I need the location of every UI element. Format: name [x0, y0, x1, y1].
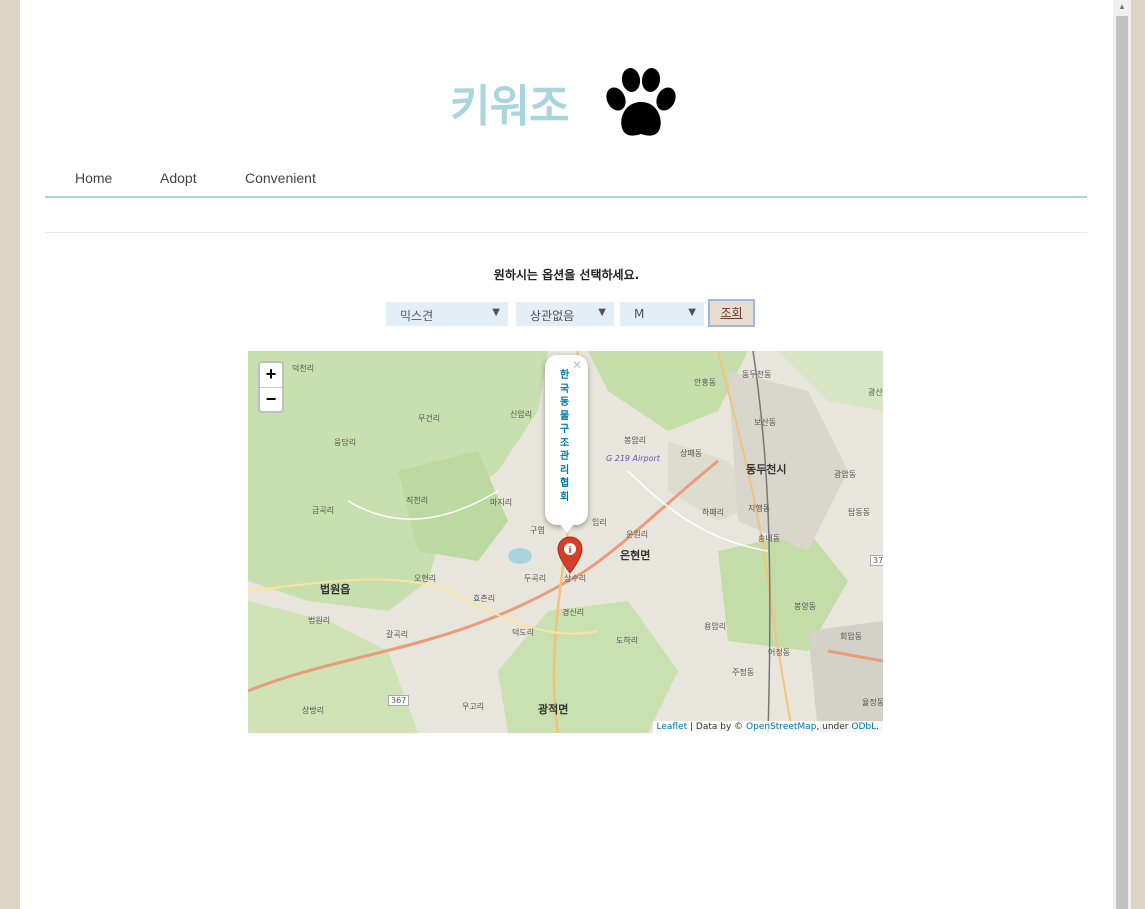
logo-text: 키워조 — [450, 81, 569, 132]
map-label: 법원리 — [308, 616, 331, 625]
leaflet-link[interactable]: Leaflet — [657, 722, 688, 732]
map-label: 법원읍 — [320, 583, 351, 596]
chevron-down-icon: ▼ — [492, 307, 500, 318]
vertical-scrollbar[interactable]: ▲ — [1113, 0, 1131, 909]
map-label: 율정동 — [862, 698, 883, 707]
map-label: 무건리 — [418, 414, 441, 423]
map-label: 탑동동 — [848, 508, 871, 517]
map-label: 광산 — [868, 388, 883, 397]
map-label: 동두천시 — [746, 463, 787, 476]
chevron-down-icon: ▼ — [688, 307, 696, 318]
map-label: 신암리 — [510, 410, 533, 419]
map-label: 지행동 — [748, 504, 771, 513]
map-label: 우고리 — [462, 702, 485, 711]
svg-text:i: i — [568, 546, 571, 556]
map-label: 구엽 — [530, 526, 545, 535]
map-label: 하패리 — [702, 508, 725, 517]
map-label: 직천리 — [406, 496, 429, 505]
map-label: 보산동 — [754, 418, 777, 427]
site-logo[interactable]: 키워조 — [20, 62, 1113, 142]
attribution-text: . — [876, 722, 879, 732]
nav-adopt[interactable]: Adopt — [160, 170, 197, 186]
size-select-value: M — [634, 307, 645, 321]
map-label: 상방리 — [302, 706, 325, 715]
search-button[interactable]: 조회 — [708, 299, 755, 327]
map-label: 회암동 — [840, 632, 863, 641]
osm-link[interactable]: OpenStreetMap — [746, 722, 816, 732]
size-select[interactable]: M ▼ — [620, 302, 704, 326]
map-label: 오현리 — [414, 574, 437, 583]
map-marker-icon[interactable]: i — [556, 536, 584, 574]
map-label: 광암동 — [834, 470, 857, 479]
map[interactable]: 덕천리 무건리 신암리 봉암리 상패동 동두천시 직천리 마지리 금곡리 은현면… — [248, 351, 883, 733]
map-label: 광적면 — [538, 703, 569, 716]
scroll-up-arrow-icon[interactable]: ▲ — [1113, 0, 1131, 14]
nav-home[interactable]: Home — [75, 170, 112, 186]
map-label: 주정동 — [732, 668, 755, 677]
zoom-control: + − — [258, 361, 284, 413]
attribution-text: | Data by © — [687, 722, 747, 732]
map-label: 금곡리 — [312, 506, 335, 515]
gender-select[interactable]: 상관없음 ▼ — [516, 302, 614, 326]
map-label: 봉양동 — [794, 602, 817, 611]
map-label: 갈곡리 — [386, 630, 409, 639]
option-prompt: 원하시는 옵션을 선택하세요. — [493, 268, 640, 282]
map-route-shield: 367 — [388, 695, 410, 706]
gender-select-value: 상관없음 — [530, 309, 575, 323]
map-label: 상패동 — [680, 449, 703, 458]
paw-icon — [606, 68, 676, 136]
map-label: 덕천리 — [292, 364, 315, 373]
map-attribution: Leaflet | Data by © OpenStreetMap, under… — [652, 721, 883, 733]
window-background — [1131, 0, 1145, 909]
attribution-text: , under — [816, 722, 852, 732]
map-label: 덕도리 — [512, 628, 535, 637]
map-label: 상수리 — [564, 574, 587, 583]
map-label: 마지리 — [490, 498, 513, 507]
nav-convenient[interactable]: Convenient — [245, 170, 316, 186]
map-label: 용암리 — [704, 622, 727, 631]
zoom-in-button[interactable]: + — [260, 363, 282, 388]
map-label: 경신리 — [562, 608, 585, 617]
map-label: 효촌리 — [473, 594, 496, 603]
zoom-out-button[interactable]: − — [260, 388, 282, 412]
breed-select-value: 믹스견 — [400, 309, 434, 323]
map-label: 은현면 — [620, 549, 651, 562]
odbl-link[interactable]: ODbL — [851, 722, 876, 732]
scroll-thumb[interactable] — [1116, 16, 1128, 909]
close-icon[interactable]: ✕ — [572, 358, 582, 372]
map-popup: ✕ 한국동물구조관리협회 — [545, 355, 588, 525]
page: 키워조 Home Adopt Convenient 원하시는 옵션을 선택하세요… — [20, 0, 1113, 909]
divider — [45, 232, 1087, 233]
map-label: 도하리 — [616, 636, 639, 645]
map-label: 웅담리 — [334, 438, 357, 447]
map-route-shield: 37 — [870, 555, 883, 566]
map-label: 봉암리 — [624, 436, 647, 445]
map-label: 운원리 — [626, 530, 649, 539]
map-label: 임리 — [592, 518, 607, 527]
map-label: 안흥동 — [694, 378, 717, 387]
popup-text: 한국동물구조관리협회 — [560, 370, 570, 503]
chevron-down-icon: ▼ — [598, 307, 606, 318]
map-label: G 219 Airport — [606, 454, 660, 463]
map-label: 두곡리 — [524, 574, 547, 583]
popup-tip — [559, 523, 575, 533]
breed-select[interactable]: 믹스견 ▼ — [386, 302, 508, 326]
map-label: 어정동 — [768, 648, 791, 657]
map-label: 동두천동 — [742, 370, 772, 379]
main-nav: Home Adopt Convenient — [45, 160, 1087, 198]
map-label: 송내동 — [758, 534, 781, 543]
